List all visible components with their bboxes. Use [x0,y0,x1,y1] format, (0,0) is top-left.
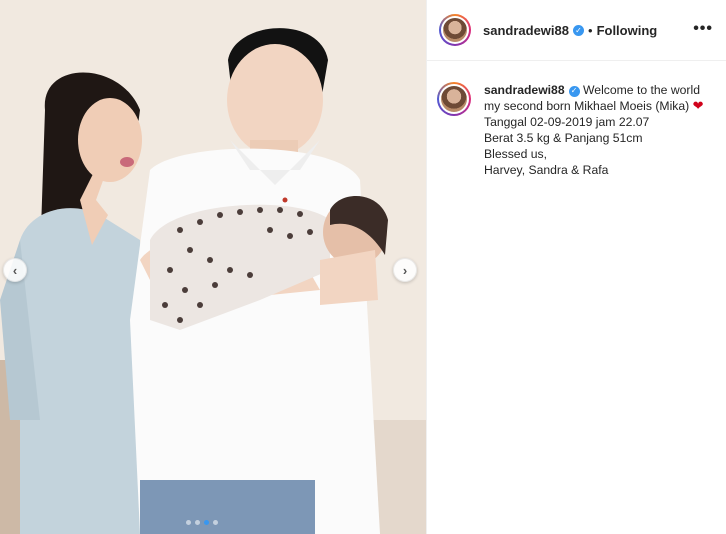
username-link[interactable]: sandradewi88 [483,23,569,38]
caption-line: Harvey, Sandra & Rafa [484,163,609,177]
carousel-dot [195,520,200,525]
avatar[interactable] [439,14,471,46]
heart-icon: ❤ [692,98,704,113]
avatar-image [443,18,467,42]
caption-line: Blessed us, [484,147,548,161]
caption: sandradewi88 ✓ Welcome to the world my se… [427,61,726,178]
caption-username-link[interactable]: sandradewi88 [484,83,565,97]
avatar-image [441,86,467,112]
carousel-dot-active [204,520,209,525]
carousel-next-button[interactable]: › [393,258,417,282]
family-photo [0,0,426,534]
caption-text: sandradewi88 ✓ Welcome to the world my se… [484,82,704,178]
caption-avatar[interactable] [437,82,471,116]
caption-line: Tanggal 02-09-2019 jam 22.07 [484,115,650,129]
post-photo[interactable]: ‹ › [0,0,426,534]
carousel-prev-button[interactable]: ‹ [3,258,27,282]
following-button[interactable]: Following [597,23,658,38]
verified-badge-icon: ✓ [573,24,584,36]
carousel-indicator [186,520,218,525]
post-side-panel: sandradewi88 ✓ • Following ••• sandradew… [426,0,726,534]
separator: • [588,22,593,38]
more-options-icon[interactable]: ••• [693,21,713,37]
post-header: sandradewi88 ✓ • Following ••• [427,0,726,61]
caption-line: Berat 3.5 kg & Panjang 51cm [484,131,643,145]
verified-badge-icon: ✓ [568,85,580,97]
carousel-dot [213,520,218,525]
carousel-dot [186,520,191,525]
